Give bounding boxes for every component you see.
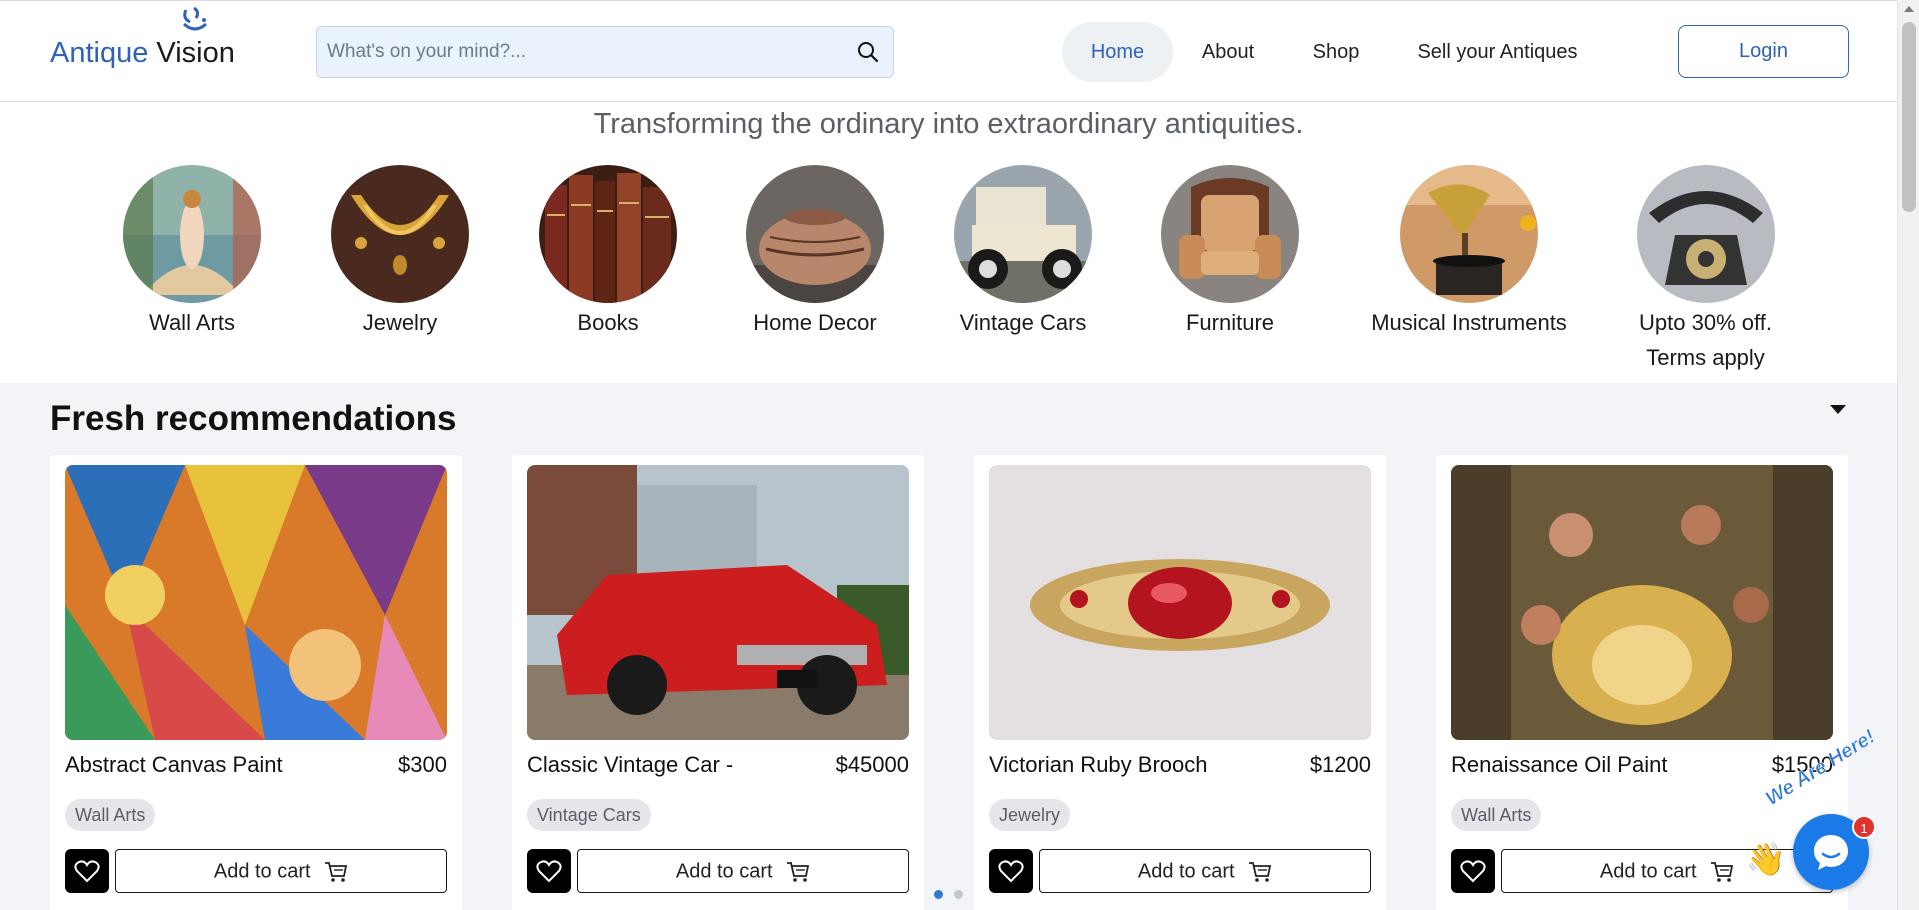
top-navbar: Antique Vision Home About Shop Sell your… <box>0 0 1897 102</box>
tagline: Transforming the ordinary into extraordi… <box>593 108 1304 140</box>
cart-icon <box>1711 861 1734 882</box>
add-to-cart-label: Add to cart <box>675 860 773 883</box>
search-icon <box>858 42 879 63</box>
search-bar <box>316 26 894 78</box>
old-books-image <box>539 165 677 303</box>
scrollbar-thumb[interactable] <box>1902 22 1916 212</box>
category-tag: Wall Arts <box>65 799 156 831</box>
category-home-decor[interactable]: Home Decor <box>729 165 901 340</box>
heart-icon <box>998 860 1024 883</box>
category-label: Wall Arts <box>149 310 235 335</box>
waving-hand-icon: 👋 <box>1746 841 1786 877</box>
carousel-dots <box>934 886 974 904</box>
product-price: $300 <box>398 752 447 777</box>
ruby-brooch-image <box>989 465 1371 740</box>
cart-icon <box>325 861 348 882</box>
category-label: Musical Instruments <box>1371 310 1567 335</box>
category-label: Furniture <box>1185 310 1275 335</box>
product-card[interactable]: Abstract Canvas Paint $300 Wall Arts Add… <box>50 455 462 910</box>
category-label-terms: Terms apply <box>1646 345 1765 370</box>
category-jewelry[interactable]: Jewelry <box>318 165 482 340</box>
category-discount[interactable]: Upto 30% off. Terms apply <box>1618 165 1793 375</box>
red-mustang-image <box>527 465 909 740</box>
section-title: Fresh recommendations <box>50 399 457 438</box>
gold-necklace-image <box>331 165 469 303</box>
search-button[interactable] <box>849 33 887 71</box>
product-card[interactable]: Victorian Ruby Brooch $1200 Jewelry Add … <box>974 455 1386 910</box>
category-tag: Wall Arts <box>1451 799 1542 831</box>
carousel-dot-1[interactable] <box>934 890 943 899</box>
carousel-dot-2[interactable] <box>954 890 963 899</box>
category-label: Vintage Cars <box>959 310 1087 335</box>
product-title[interactable]: Abstract Canvas Paint <box>65 752 283 778</box>
chat-widget: We Are Here! 👋 1 <box>1746 725 1906 910</box>
category-vintage-cars[interactable]: Vintage Cars <box>938 165 1108 340</box>
wishlist-button[interactable] <box>65 849 109 893</box>
armchair-image <box>1161 165 1299 303</box>
gramophone-image <box>1400 165 1538 303</box>
search-input[interactable] <box>327 27 837 77</box>
heart-icon <box>1460 860 1486 883</box>
scroll-up-arrow-icon[interactable] <box>1904 6 1914 12</box>
logo-text-vision: Vision <box>156 37 235 69</box>
clay-pot-image <box>746 165 884 303</box>
product-price: $1200 <box>1309 752 1371 777</box>
brand-logo[interactable]: Antique Vision <box>50 35 235 71</box>
wishlist-button[interactable] <box>527 849 571 893</box>
nav-home[interactable]: Home <box>1062 22 1173 82</box>
nav-shop[interactable]: Shop <box>1300 22 1372 82</box>
add-to-cart-button[interactable]: Add to cart <box>115 849 447 893</box>
category-label: Home Decor <box>753 310 877 335</box>
login-button[interactable]: Login <box>1678 25 1849 78</box>
category-label: Jewelry <box>362 310 438 335</box>
category-label: Upto 30% off. <box>1639 310 1772 335</box>
abstract-painting-image <box>65 465 447 740</box>
chat-bubble-icon <box>1814 835 1848 870</box>
add-to-cart-label: Add to cart <box>1137 860 1235 883</box>
cart-icon <box>787 861 810 882</box>
heart-icon <box>536 860 562 883</box>
notification-badge: 1 <box>1852 815 1876 839</box>
category-tag: Jewelry <box>989 799 1071 831</box>
logo-mark-icon <box>182 6 208 31</box>
rotary-phone-image <box>1636 165 1775 303</box>
heart-icon <box>74 860 100 883</box>
add-to-cart-label: Add to cart <box>213 860 311 883</box>
category-wall-arts[interactable]: Wall Arts <box>110 165 274 340</box>
wishlist-button[interactable] <box>989 849 1033 893</box>
venus-painting-image <box>123 165 261 303</box>
dropdown-caret-icon[interactable] <box>1830 405 1846 414</box>
logo-text-antique: Antique <box>50 37 149 69</box>
add-to-cart-button[interactable]: Add to cart <box>1039 849 1371 893</box>
nav-about[interactable]: About <box>1190 22 1266 82</box>
product-title[interactable]: Renaissance Oil Paint <box>1451 752 1667 778</box>
product-title[interactable]: Classic Vintage Car - <box>527 752 733 778</box>
page-scrollbar[interactable] <box>1897 0 1919 910</box>
category-musical-instruments[interactable]: Musical Instruments <box>1365 165 1573 340</box>
nav-sell-antiques[interactable]: Sell your Antiques <box>1405 22 1590 82</box>
category-books[interactable]: Books <box>526 165 690 340</box>
renaissance-painting-image <box>1451 465 1833 740</box>
cart-icon <box>1249 861 1272 882</box>
category-furniture[interactable]: Furniture <box>1150 165 1310 340</box>
category-tag: Vintage Cars <box>527 799 651 831</box>
product-title[interactable]: Victorian Ruby Brooch <box>989 752 1208 778</box>
add-to-cart-button[interactable]: Add to cart <box>577 849 909 893</box>
add-to-cart-label: Add to cart <box>1599 860 1697 883</box>
recommendations-section: Fresh recommendations Abstract Canvas Pa… <box>0 383 1897 910</box>
vintage-car-image <box>954 165 1092 303</box>
category-label: Books <box>577 310 639 335</box>
product-price: $45000 <box>835 752 909 777</box>
wishlist-button[interactable] <box>1451 849 1495 893</box>
product-card[interactable]: Classic Vintage Car - $45000 Vintage Car… <box>512 455 924 910</box>
